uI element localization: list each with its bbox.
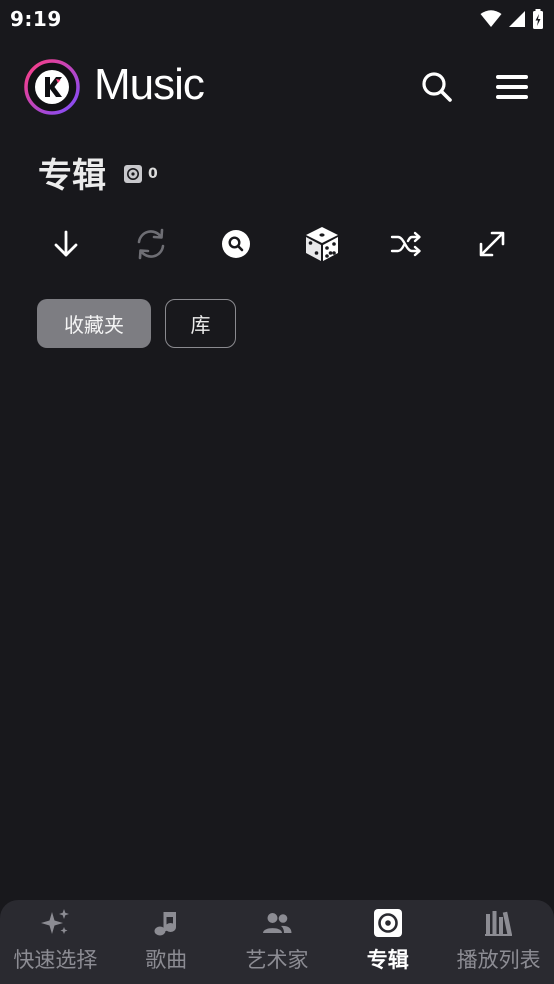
search-albums-button[interactable] [214, 222, 258, 266]
album-toolbar [44, 222, 514, 266]
nav-label: 快速选择 [13, 948, 98, 972]
shuffle-icon [390, 231, 421, 257]
nav-label: 专辑 [366, 948, 409, 972]
page-title: 专辑 [38, 155, 106, 196]
status-time: 9:19 [10, 7, 62, 31]
people-icon [262, 908, 292, 938]
expand-button[interactable] [470, 222, 514, 266]
album-icon [373, 908, 403, 938]
album-count-value: 0 [148, 166, 158, 182]
nav-item-songs[interactable]: 歌曲 [111, 900, 222, 984]
nav-item-quick-pick[interactable]: 快速选择 [0, 900, 111, 984]
search-icon [422, 72, 452, 102]
album-icon [124, 165, 142, 183]
nav-label: 艺术家 [245, 948, 309, 972]
nav-label: 播放列表 [456, 948, 541, 972]
music-note-icon [151, 908, 181, 938]
arrow-down-icon [54, 230, 78, 257]
refresh-button[interactable] [129, 222, 173, 266]
sparkles-icon [40, 908, 70, 938]
sort-button[interactable] [44, 222, 88, 266]
shuffle-button[interactable] [385, 222, 429, 266]
expand-icon [479, 231, 505, 257]
menu-icon [496, 75, 528, 99]
nav-item-playlists[interactable]: 播放列表 [443, 900, 554, 984]
battery-icon [533, 9, 543, 29]
section-header: 专辑 0 [38, 146, 158, 198]
random-button[interactable] [300, 222, 344, 266]
wifi-icon [480, 10, 502, 27]
nav-label: 歌曲 [145, 948, 188, 972]
app-header: Music [0, 56, 554, 118]
app-title: Music [94, 60, 205, 109]
album-count: 0 [124, 165, 158, 183]
search-button[interactable] [418, 68, 456, 106]
signal-icon [509, 11, 525, 27]
app-logo [24, 59, 80, 115]
library-icon [484, 908, 514, 938]
status-icons [480, 9, 544, 29]
search-circle-icon [222, 230, 251, 258]
filter-chips: 收藏夹 库 [37, 299, 236, 348]
nav-item-albums[interactable]: 专辑 [332, 900, 443, 984]
bottom-nav: 快速选择 歌曲 艺术家 专辑 播放列表 [0, 900, 554, 984]
chip-favorites[interactable]: 收藏夹 [37, 299, 151, 348]
status-bar: 9:19 [0, 0, 554, 38]
refresh-icon [137, 228, 165, 260]
nav-item-artists[interactable]: 艺术家 [222, 900, 333, 984]
menu-button[interactable] [492, 68, 532, 106]
chip-library[interactable]: 库 [165, 299, 236, 348]
dice-icon [305, 227, 338, 261]
